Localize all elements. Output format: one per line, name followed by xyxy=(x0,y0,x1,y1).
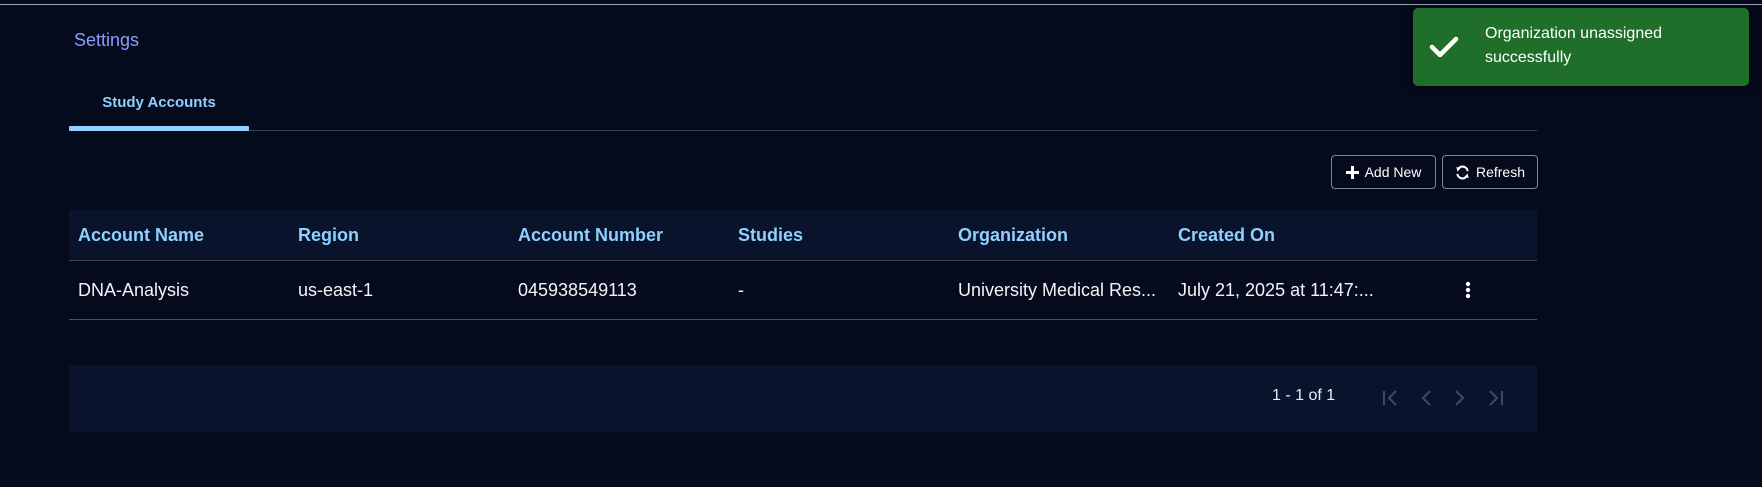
chevron-right-icon[interactable] xyxy=(1446,385,1472,411)
column-header-organization[interactable]: Organization xyxy=(949,225,1169,246)
column-header-region[interactable]: Region xyxy=(289,225,509,246)
cell-account-number: 045938549113 xyxy=(518,279,637,300)
add-new-label: Add New xyxy=(1364,164,1422,180)
cell-organization: University Medical Res... xyxy=(958,279,1157,300)
plus-icon xyxy=(1345,165,1359,179)
table-header: Account Name Region Account Number Studi… xyxy=(69,210,1537,261)
column-header-account-number[interactable]: Account Number xyxy=(509,225,729,246)
last-page-icon[interactable] xyxy=(1481,385,1507,411)
add-new-button[interactable]: Add New xyxy=(1331,155,1436,189)
accounts-table: Account Name Region Account Number Studi… xyxy=(69,210,1537,320)
cell-actions xyxy=(1389,278,1537,302)
refresh-button[interactable]: Refresh xyxy=(1442,155,1538,189)
cell-region: us-east-1 xyxy=(298,279,374,300)
first-page-icon[interactable] xyxy=(1379,385,1405,411)
tab-label: Study Accounts xyxy=(102,94,216,111)
page-range-label: 1 - 1 of 1 xyxy=(1272,387,1336,404)
top-divider xyxy=(0,4,1762,5)
more-vertical-icon[interactable] xyxy=(1458,278,1478,302)
toast-message: Organization unassigned successfully xyxy=(1485,25,1663,66)
breadcrumb-settings[interactable]: Settings xyxy=(74,30,139,51)
column-header-studies[interactable]: Studies xyxy=(729,225,949,246)
table-row[interactable]: DNA-Analysis us-east-1 045938549113 - Un… xyxy=(69,261,1537,320)
active-tab-indicator xyxy=(69,126,249,131)
success-toast[interactable]: Organization unassigned successfully xyxy=(1413,8,1749,86)
column-header-created-on[interactable]: Created On xyxy=(1169,225,1389,246)
cell-created-on: July 21, 2025 at 11:47:... xyxy=(1178,279,1374,300)
tab-bar: Study Accounts xyxy=(69,86,1537,131)
paginator: 1 - 1 of 1 xyxy=(69,365,1537,432)
refresh-label: Refresh xyxy=(1475,164,1526,180)
cell-studies: - xyxy=(738,279,744,300)
cell-account-name: DNA-Analysis xyxy=(78,279,190,300)
tab-study-accounts[interactable]: Study Accounts xyxy=(69,86,249,130)
chevron-left-icon[interactable] xyxy=(1414,385,1440,411)
column-header-account-name[interactable]: Account Name xyxy=(69,225,289,246)
refresh-icon xyxy=(1455,165,1470,180)
checkmark-icon xyxy=(1427,30,1461,64)
